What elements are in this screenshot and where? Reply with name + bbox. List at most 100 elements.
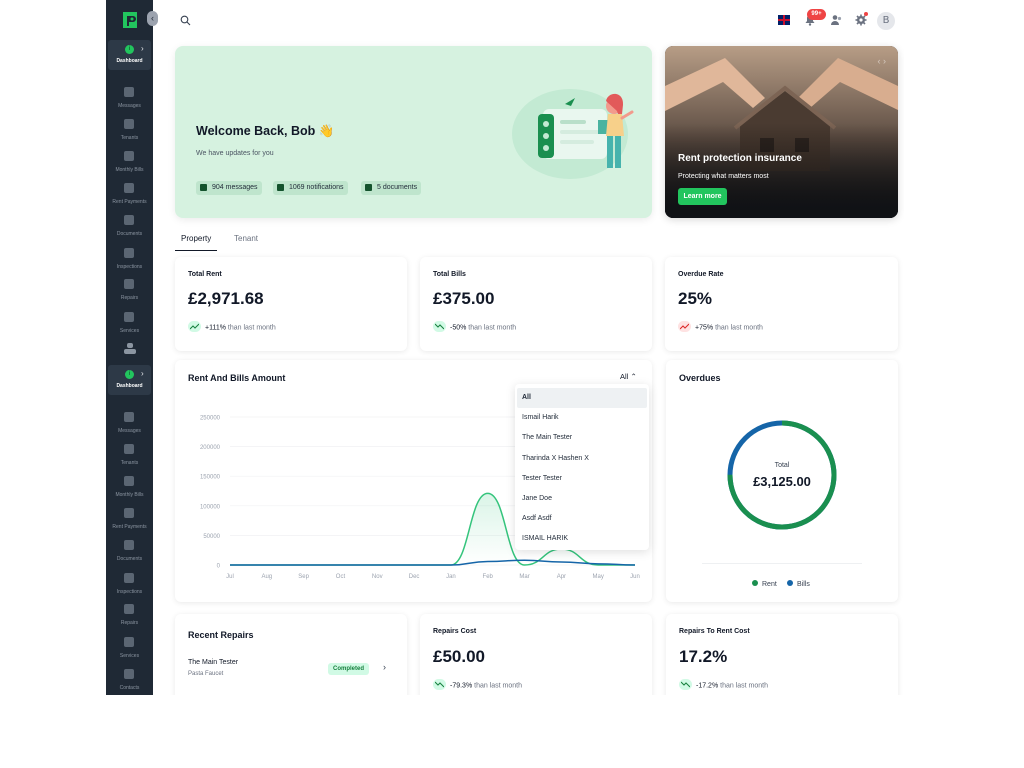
x-tick-label: Jan xyxy=(446,574,456,580)
x-tick-label: Mar xyxy=(519,574,529,580)
users-icon[interactable] xyxy=(830,14,842,26)
chevron-right-icon[interactable]: › xyxy=(383,662,386,672)
dropdown-option[interactable]: Asdf Asdf xyxy=(517,509,647,529)
sidebar-item-label: Services xyxy=(119,653,140,659)
sidebar-item-services[interactable]: Services xyxy=(106,637,153,667)
dropdown-option[interactable]: Tharinda X Hashen X xyxy=(517,449,647,469)
sidebar: ‹ i › Dashboard Messages Tenants Monthly… xyxy=(106,0,158,695)
dropdown-option[interactable]: Ismail Harik xyxy=(517,408,647,428)
sidebar-item-documents[interactable]: Documents xyxy=(106,540,153,570)
stat-change-suffix: than last month xyxy=(468,324,517,332)
app-logo[interactable] xyxy=(120,10,140,30)
chip-count: 1069 xyxy=(289,184,305,191)
sidebar-item-label: Rent Payments xyxy=(112,199,147,205)
dropdown-option[interactable]: The Main Tester xyxy=(517,428,647,448)
sidebar-item-label: Repairs xyxy=(120,620,139,626)
bills-icon xyxy=(124,151,134,161)
y-tick-label: 150000 xyxy=(200,475,221,481)
sidebar-item-label: Monthly Bills xyxy=(115,167,144,173)
promo-card: ‹ › Rent protection insurance Protecting… xyxy=(665,46,898,218)
stat-trend: +75% than last month xyxy=(678,321,763,333)
contacts-icon xyxy=(124,669,134,679)
sidebar-item-rent-payments[interactable]: Rent Payments xyxy=(106,183,153,213)
overdue-rate-card: Overdue Rate 25% +75% than last month xyxy=(665,257,898,351)
overdues-card: Overdues Total £3,125.00 Rent Bills xyxy=(666,360,898,602)
tab-bar: Property Tenant xyxy=(175,232,475,252)
sidebar-item-inspections[interactable]: Inspections xyxy=(106,573,153,603)
chevron-right-icon: › xyxy=(141,44,144,53)
documents-chip[interactable]: 5 documents xyxy=(361,181,422,195)
dropdown-option[interactable]: ISMAIL HARIK xyxy=(517,529,647,549)
tab-property[interactable]: Property xyxy=(175,232,218,251)
y-tick-label: 200000 xyxy=(200,445,221,451)
y-tick-label: 50000 xyxy=(203,534,220,540)
sidebar-item-monthly-bills[interactable]: Monthly Bills xyxy=(106,151,153,181)
tab-tenant[interactable]: Tenant xyxy=(228,232,264,250)
dropdown-option[interactable]: All xyxy=(517,388,647,409)
welcome-subtitle: We have updates for you xyxy=(196,150,274,157)
sidebar-item-dashboard[interactable]: i › Dashboard xyxy=(108,40,151,70)
x-tick-label: Dec xyxy=(409,574,420,580)
search-icon[interactable] xyxy=(180,15,191,26)
sidebar-item-services[interactable]: Services xyxy=(106,312,153,342)
sidebar-item-label: Documents xyxy=(116,556,143,562)
sidebar-item-tenants[interactable]: Tenants xyxy=(106,444,153,474)
stat-change-suffix: than last month xyxy=(720,682,769,690)
rent-bills-chart-card: Rent And Bills Amount All ⌃ 250000 200000… xyxy=(175,360,652,602)
legend-bills[interactable]: Bills xyxy=(787,580,810,588)
x-tick-label: May xyxy=(593,574,604,580)
stat-value: £375.00 xyxy=(433,289,495,308)
sidebar-item-rent-payments[interactable]: Rent Payments xyxy=(106,508,153,538)
dropdown-option[interactable]: Tester Tester xyxy=(517,469,647,489)
recent-repairs-card: Recent Repairs The Main Tester Pasta Fau… xyxy=(175,614,407,695)
recent-repairs-title: Recent Repairs xyxy=(188,630,254,640)
learn-more-button[interactable]: Learn more xyxy=(678,188,727,205)
sidebar-item-label: Tenants xyxy=(120,135,139,141)
carousel-arrows-icon[interactable]: ‹ › xyxy=(878,56,887,66)
stat-trend: +111% than last month xyxy=(188,321,276,333)
chevron-right-icon: › xyxy=(141,369,144,378)
contacts-icon[interactable] xyxy=(124,343,136,355)
payments-icon xyxy=(124,508,134,518)
sidebar-item-inspections[interactable]: Inspections xyxy=(106,248,153,278)
stat-change: -17.2% xyxy=(696,682,719,690)
repair-tenant-name: The Main Tester xyxy=(188,659,239,666)
services-icon xyxy=(124,637,134,647)
total-rent-card: Total Rent £2,971.68 +111% than last mon… xyxy=(175,257,407,351)
x-tick-label: Nov xyxy=(372,574,383,580)
filter-dropdown-menu: All Ismail Harik The Main Tester Tharinda X… xyxy=(515,384,649,550)
legend-rent[interactable]: Rent xyxy=(752,580,777,588)
bell-icon xyxy=(277,184,284,191)
sidebar-item-repairs[interactable]: Repairs xyxy=(106,604,153,634)
sidebar-item-contacts[interactable]: Contacts xyxy=(106,669,153,695)
repair-row[interactable]: The Main Tester Pasta Faucet Completed › xyxy=(188,659,388,684)
avatar[interactable]: B xyxy=(877,12,895,30)
legend-dot xyxy=(787,580,793,587)
payments-icon xyxy=(124,183,134,193)
sidebar-item-dashboard[interactable]: i › Dashboard xyxy=(108,365,151,395)
legend-label: Bills xyxy=(797,581,810,588)
sidebar-item-repairs[interactable]: Repairs xyxy=(106,279,153,309)
stat-change: -79.3% xyxy=(450,682,473,690)
legend-divider xyxy=(702,563,862,564)
stat-trend: -79.3% than last month xyxy=(433,679,522,691)
promo-subtitle: Protecting what matters most xyxy=(678,173,769,180)
welcome-title: Welcome Back, Bob 👋 xyxy=(196,124,335,138)
sidebar-item-messages[interactable]: Messages xyxy=(106,412,153,442)
stat-trend: -17.2% than last month xyxy=(679,679,769,691)
tenants-icon xyxy=(124,119,134,129)
messages-icon xyxy=(124,412,134,422)
sidebar-item-monthly-bills[interactable]: Monthly Bills xyxy=(106,476,153,506)
sidebar-item-documents[interactable]: Documents xyxy=(106,215,153,245)
dropdown-option[interactable]: Jane Doe xyxy=(517,489,647,509)
top-bar: 99+ B xyxy=(153,0,904,42)
sidebar-item-messages[interactable]: Messages xyxy=(106,87,153,117)
welcome-card: Welcome Back, Bob 👋 We have updates for … xyxy=(175,46,652,218)
sidebar-item-tenants[interactable]: Tenants xyxy=(106,119,153,149)
sidebar-item-label: Repairs xyxy=(120,295,139,301)
uk-flag-icon[interactable] xyxy=(778,15,790,25)
notifications-chip[interactable]: 1069 notifications xyxy=(273,181,348,195)
messages-chip[interactable]: 904 messages xyxy=(196,181,262,195)
sidebar-item-label: Services xyxy=(119,328,140,334)
total-bills-card: Total Bills £375.00 -50% than last month xyxy=(420,257,652,351)
